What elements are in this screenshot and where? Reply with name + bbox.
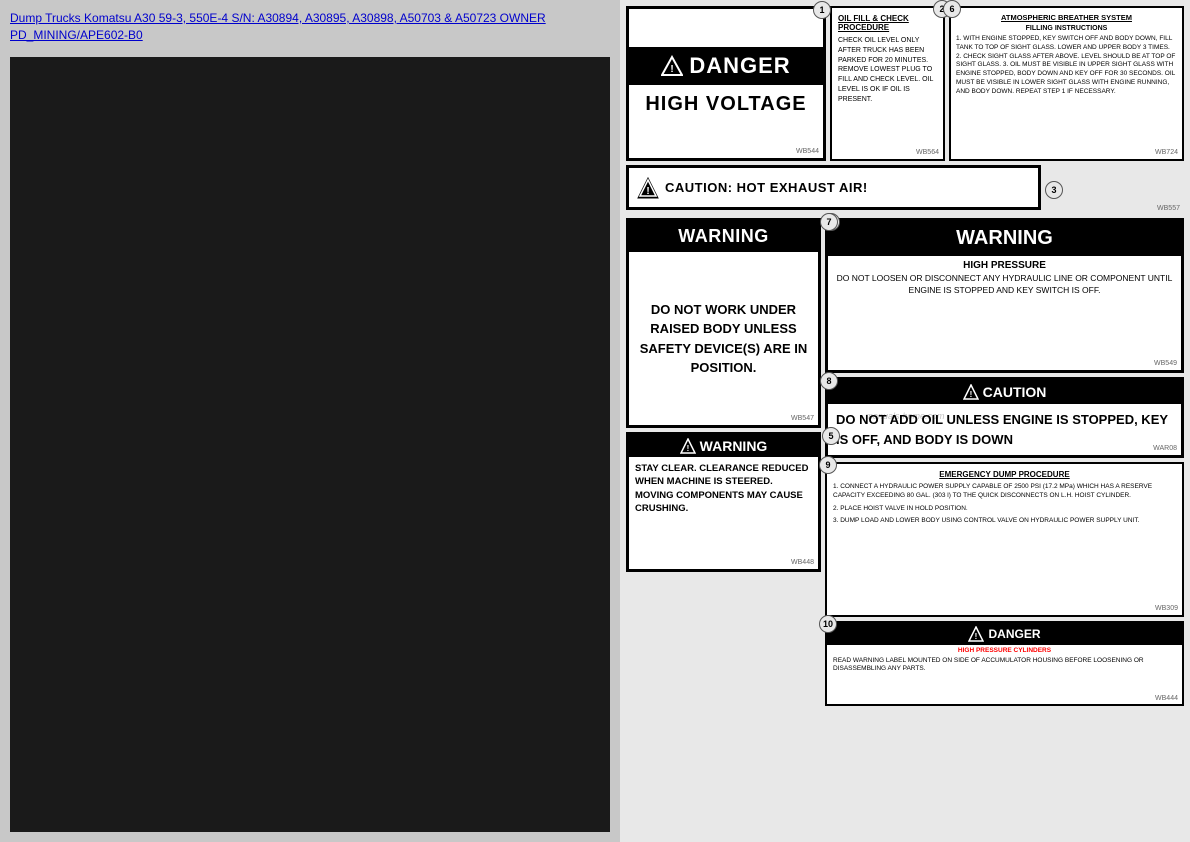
label-danger-voltage: ! DANGER HIGH VOLTAGE WB544 1 bbox=[626, 6, 826, 161]
label-number-6: 6 bbox=[943, 0, 961, 18]
label2-code: WB564 bbox=[916, 149, 939, 156]
caution-body-text: DO NOT ADD OIL UNLESS ENGINE IS STOPPED,… bbox=[828, 404, 1181, 455]
label-warning-raise: WARNING DO NOT WORK UNDER RAISED BODY UN… bbox=[626, 218, 821, 428]
label-number-3: 3 bbox=[1045, 181, 1063, 199]
label-warning-clear: ! WARNING STAY CLEAR. CLEARANCE REDUCED … bbox=[626, 432, 821, 572]
emergency-item1: 1. CONNECT A HYDRAULIC POWER SUPPLY CAPA… bbox=[833, 483, 1176, 501]
svg-text:!: ! bbox=[686, 444, 689, 453]
label-danger-cylinders: ! DANGER HIGH PRESSURE CYLINDERS READ WA… bbox=[825, 621, 1184, 706]
label3-code: WB557 bbox=[1157, 205, 1180, 212]
label-caution-oil: ! CAUTION DO NOT ADD OIL UNLESS ENGINE I… bbox=[825, 377, 1184, 458]
danger-cyl-triangle-icon: ! bbox=[968, 626, 984, 642]
label-number-10: 10 bbox=[819, 615, 837, 633]
label-atmospheric: ATMOSPHERIC BREATHER SYSTEM FILLING INST… bbox=[949, 6, 1184, 161]
danger-cyl-body: READ WARNING LABEL MOUNTED ON SIDE OF AC… bbox=[827, 655, 1182, 676]
warning-clear-header: ! WARNING bbox=[629, 435, 818, 457]
warning-pressure-body: DO NOT LOOSEN OR DISCONNECT ANY HYDRAULI… bbox=[828, 273, 1181, 301]
high-voltage-text: HIGH VOLTAGE bbox=[641, 85, 810, 120]
svg-text:!: ! bbox=[969, 390, 972, 399]
label5-code: WB448 bbox=[791, 559, 814, 566]
atmo-title: ATMOSPHERIC BREATHER SYSTEM bbox=[956, 13, 1177, 22]
warning-raise-body: DO NOT WORK UNDER RAISED BODY UNLESS SAF… bbox=[635, 300, 812, 378]
label-warning-pressure: WARNING HIGH PRESSURE DO NOT LOOSEN OR D… bbox=[825, 218, 1184, 373]
emergency-item3: 3. DUMP LOAD AND LOWER BODY USING CONTRO… bbox=[833, 517, 1176, 526]
danger-bar: ! DANGER bbox=[629, 47, 823, 85]
svg-text:!: ! bbox=[646, 186, 649, 197]
label-oil-fill: OIL FILL & CHECK PROCEDURE CHECK OIL LEV… bbox=[830, 6, 945, 161]
content-area bbox=[10, 57, 610, 832]
label-number-9: 9 bbox=[819, 456, 837, 474]
triangle-warning-icon: ! bbox=[661, 55, 683, 77]
label4-code: WB547 bbox=[791, 415, 814, 422]
caution-triangle-icon: ! bbox=[637, 177, 659, 199]
caution-header-text: CAUTION bbox=[983, 384, 1047, 400]
danger-cyl-header-text: DANGER bbox=[988, 627, 1040, 641]
warning-pressure-header: WARNING bbox=[828, 221, 1181, 256]
atmo-body: 1. WITH ENGINE STOPPED, KEY SWITCH OFF A… bbox=[956, 35, 1177, 96]
danger-cyl-title: HIGH PRESSURE CYLINDERS bbox=[827, 645, 1182, 655]
caution-oil-triangle-icon: ! bbox=[963, 384, 979, 400]
svg-text:!: ! bbox=[975, 632, 978, 641]
label-emergency: EMERGENCY DUMP PROCEDURE 1. CONNECT A HY… bbox=[825, 462, 1184, 617]
oil-fill-title: OIL FILL & CHECK PROCEDURE bbox=[838, 14, 937, 32]
label10-code: WB444 bbox=[1155, 695, 1178, 702]
oil-fill-body: CHECK OIL LEVEL ONLY AFTER TRUCK HAS BEE… bbox=[838, 36, 937, 105]
label7-code: WB549 bbox=[1154, 360, 1177, 367]
label-number-1: 1 bbox=[813, 1, 831, 19]
emergency-item2: 2. PLACE HOIST VALVE IN HOLD POSITION. bbox=[833, 505, 1176, 514]
warning-clear-triangle-icon: ! bbox=[680, 438, 696, 454]
label-number-7: 7 bbox=[820, 213, 838, 231]
right-panel: ! DANGER HIGH VOLTAGE WB544 1 OIL FILL &… bbox=[620, 0, 1190, 842]
warning-clear-body: STAY CLEAR. CLEARANCE REDUCED WHEN MACHI… bbox=[629, 457, 818, 569]
label9-code: WB309 bbox=[1155, 605, 1178, 612]
emergency-title: EMERGENCY DUMP PROCEDURE bbox=[833, 470, 1176, 479]
danger-cyl-header: ! DANGER bbox=[827, 623, 1182, 645]
caution-exhaust-text: CAUTION: HOT EXHAUST AIR! bbox=[665, 180, 868, 195]
warning-raise-header: WARNING bbox=[629, 221, 818, 252]
document-title[interactable]: Dump Trucks Komatsu A30 59-3, 550E-4 S/N… bbox=[10, 10, 610, 44]
label-number-5: 5 bbox=[822, 427, 840, 445]
warning-clear-title: WARNING bbox=[700, 438, 768, 454]
left-panel: Dump Trucks Komatsu A30 59-3, 550E-4 S/N… bbox=[0, 0, 620, 842]
label-number-8: 8 bbox=[820, 372, 838, 390]
label-hot-exhaust: ! CAUTION: HOT EXHAUST AIR! WB557 bbox=[626, 165, 1041, 210]
label6-code: WB724 bbox=[1155, 149, 1178, 156]
warning-pressure-title: HIGH PRESSURE bbox=[828, 256, 1181, 273]
atmo-subtitle: FILLING INSTRUCTIONS bbox=[956, 25, 1177, 32]
label1-code: WB544 bbox=[796, 148, 819, 155]
danger-text: DANGER bbox=[689, 53, 790, 79]
caution-header: ! CAUTION bbox=[828, 380, 1181, 404]
label8-code: WAR08 bbox=[1153, 445, 1177, 452]
svg-text:!: ! bbox=[671, 64, 674, 75]
